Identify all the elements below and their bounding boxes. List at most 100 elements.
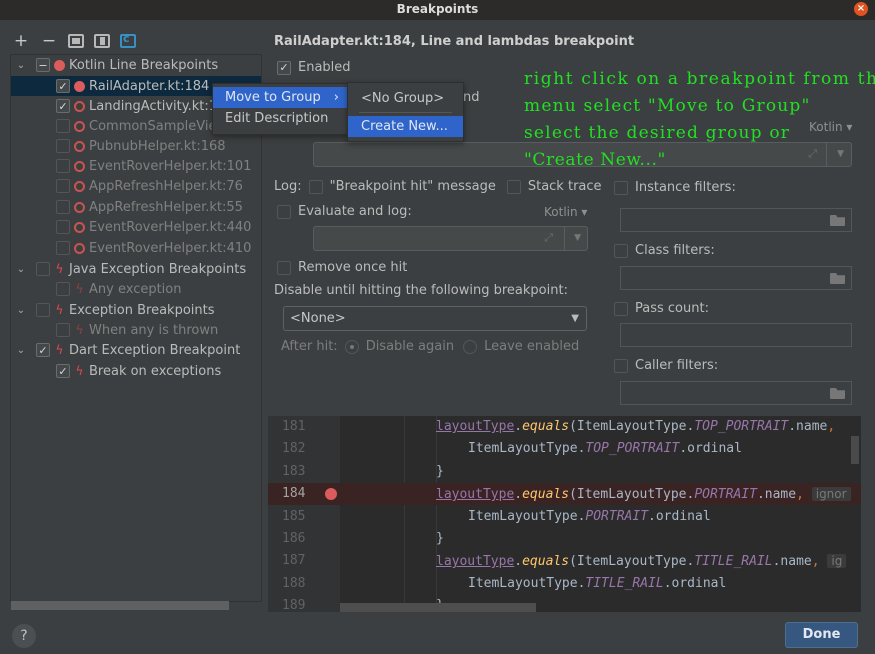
instance-filters-checkbox[interactable] — [614, 180, 628, 195]
dropdown-arrow-icon[interactable]: ▼ — [574, 233, 581, 243]
tree-item[interactable]: EventRoverHelper.kt:101 — [11, 156, 261, 176]
item-checkbox[interactable]: ✓ — [56, 79, 70, 93]
tree-item[interactable]: ϟ Any exception — [11, 279, 261, 299]
item-checkbox[interactable] — [56, 323, 70, 337]
group-checkbox[interactable]: − — [36, 58, 50, 72]
expand-icon[interactable]: ⤢ — [544, 231, 553, 245]
context-menu: Move to Group › Edit Description — [212, 83, 348, 135]
chevron-down-icon[interactable]: ⌄ — [15, 305, 27, 316]
item-checkbox[interactable] — [56, 119, 70, 133]
code-text: } — [436, 531, 444, 546]
class-filters-checkbox[interactable] — [614, 243, 628, 258]
remove-once-hit-checkbox[interactable] — [277, 260, 291, 275]
dropdown-arrow-icon: ▼ — [571, 313, 579, 324]
tree-item[interactable]: ϟ When any is thrown — [11, 320, 261, 340]
line-number: 188 — [282, 575, 306, 591]
suspend-label-partial: nd — [463, 90, 480, 105]
instance-filters-field[interactable] — [620, 208, 852, 232]
evaluate-language-select[interactable]: Kotlin ▾ — [544, 205, 587, 219]
group-by-class-icon[interactable] — [120, 32, 136, 48]
tree-item[interactable]: EventRoverHelper.kt:440 — [11, 217, 261, 237]
submenu-item-no-group[interactable]: <No Group> — [348, 88, 463, 109]
pass-count-checkbox[interactable] — [614, 301, 628, 316]
menu-item-edit-description[interactable]: Edit Description — [213, 108, 347, 129]
code-text: ItemLayoutType.TITLE_RAIL.ordinal — [468, 575, 727, 591]
done-button[interactable]: Done — [785, 622, 858, 648]
item-checkbox[interactable] — [56, 179, 70, 193]
item-checkbox[interactable] — [56, 220, 70, 234]
tree-item[interactable]: ✓ ϟ Break on exceptions — [11, 361, 261, 381]
editor-horizontal-scrollbar[interactable] — [340, 603, 536, 612]
caller-filters-row: Caller filters: — [614, 358, 718, 373]
tree-group-exception[interactable]: ⌄ ϟ Exception Breakpoints — [15, 300, 265, 320]
leave-enabled-radio[interactable] — [463, 339, 478, 354]
annotation-line: select the desired group or — [524, 123, 791, 143]
tree-item[interactable]: PubnubHelper.kt:168 — [11, 136, 261, 156]
item-checkbox[interactable]: ✓ — [56, 364, 70, 378]
menu-item-move-to-group[interactable]: Move to Group › — [213, 87, 347, 108]
enabled-checkbox[interactable]: ✓ — [277, 60, 291, 75]
folder-icon[interactable] — [830, 273, 845, 284]
chevron-down-icon[interactable]: ⌄ — [15, 345, 27, 356]
annotation-line: menu select "Move to Group" — [524, 96, 811, 116]
line-number: 181 — [282, 419, 306, 434]
code-line: 186} — [268, 528, 861, 550]
disable-again-radio[interactable] — [344, 339, 359, 354]
code-variable: layoutType — [436, 487, 515, 503]
tree-group-dart-exception[interactable]: ⌄ ✓ ϟ Dart Exception Breakpoint — [15, 340, 265, 360]
caller-filters-checkbox[interactable] — [614, 358, 628, 373]
item-label: CommonSampleView — [89, 118, 228, 134]
item-checkbox[interactable] — [56, 282, 70, 296]
item-label: AppRefreshHelper.kt:76 — [89, 178, 243, 194]
help-button[interactable]: ? — [12, 624, 36, 648]
folder-icon[interactable] — [830, 388, 845, 399]
disable-again-label: Disable again — [365, 339, 455, 354]
log-message-checkbox[interactable] — [308, 179, 323, 194]
group-by-package-icon[interactable] — [68, 34, 84, 48]
pass-count-field[interactable] — [620, 323, 852, 347]
chevron-down-icon[interactable]: ⌄ — [15, 60, 27, 71]
exception-bolt-icon: ϟ — [55, 303, 64, 317]
tree-item[interactable]: AppRefreshHelper.kt:76 — [11, 176, 261, 196]
remove-breakpoint-button[interactable]: − — [40, 32, 58, 50]
line-number: 187 — [282, 553, 306, 569]
caller-filters-field[interactable] — [620, 381, 852, 405]
item-checkbox[interactable] — [56, 159, 70, 173]
disable-until-select[interactable]: <None> ▼ — [283, 306, 587, 331]
tree-item[interactable]: EventRoverHelper.kt:410 — [11, 238, 261, 258]
group-checkbox[interactable] — [36, 303, 50, 317]
add-breakpoint-button[interactable]: + — [12, 32, 30, 50]
evaluate-checkbox[interactable] — [277, 204, 291, 219]
group-checkbox[interactable]: ✓ — [36, 343, 50, 357]
tree-horizontal-scrollbar[interactable] — [11, 601, 229, 610]
tree-group-java-exception[interactable]: ⌄ ϟ Java Exception Breakpoints — [15, 259, 265, 279]
stack-trace-checkbox[interactable] — [506, 179, 521, 194]
item-label: LandingActivity.kt:18 — [89, 98, 226, 114]
chevron-down-icon[interactable]: ⌄ — [15, 264, 27, 275]
class-filters-field[interactable] — [620, 266, 852, 290]
group-by-file-icon[interactable] — [94, 34, 110, 48]
editor-vertical-scrollbar[interactable] — [851, 436, 859, 464]
item-checkbox[interactable] — [56, 241, 70, 255]
submenu-item-create-new[interactable]: Create New... — [348, 116, 463, 137]
evaluate-field[interactable]: ⤢ ▼ — [313, 226, 588, 251]
tree-item[interactable]: AppRefreshHelper.kt:55 — [11, 197, 261, 217]
tree-group-kotlin-line[interactable]: ⌄ − Kotlin Line Breakpoints — [15, 55, 265, 75]
item-label: EventRoverHelper.kt:440 — [89, 219, 252, 235]
item-label: PubnubHelper.kt:168 — [89, 138, 226, 154]
close-icon[interactable]: × — [854, 2, 868, 16]
folder-icon[interactable] — [830, 215, 845, 226]
code-variable: layoutType — [436, 419, 515, 434]
dropdown-separator — [564, 227, 565, 250]
code-punct: , — [827, 419, 836, 434]
item-checkbox[interactable] — [56, 200, 70, 214]
breakpoint-icon[interactable] — [325, 488, 337, 501]
evaluate-label: Evaluate and log: — [298, 204, 412, 219]
item-label: RailAdapter.kt:184 — [89, 78, 210, 94]
submenu-separator — [359, 112, 452, 113]
breakpoint-tree: ⌄ − Kotlin Line Breakpoints ✓ RailAdapte… — [10, 54, 262, 602]
group-checkbox[interactable] — [36, 262, 50, 276]
item-checkbox[interactable] — [56, 139, 70, 153]
item-checkbox[interactable]: ✓ — [56, 99, 70, 113]
evaluate-lang-label: Kotlin — [544, 205, 578, 219]
